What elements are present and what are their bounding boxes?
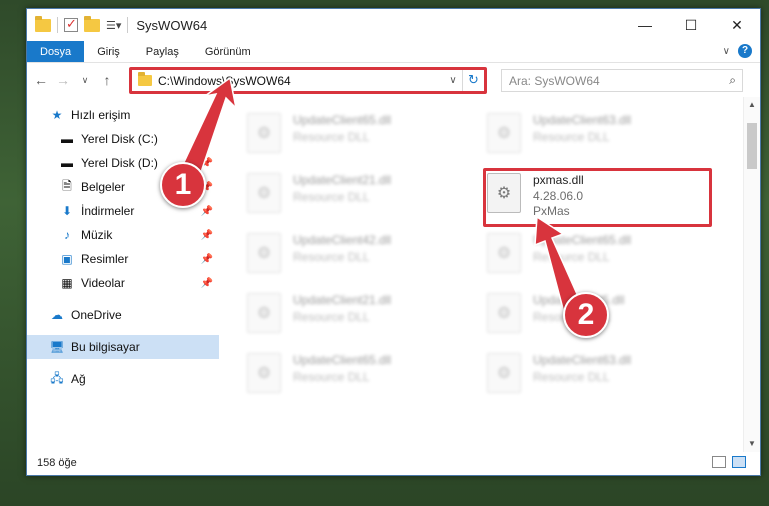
annotation-arrows — [176, 76, 586, 322]
step-2-badge: 2 — [563, 292, 609, 338]
step-1-badge: 1 — [160, 162, 206, 208]
